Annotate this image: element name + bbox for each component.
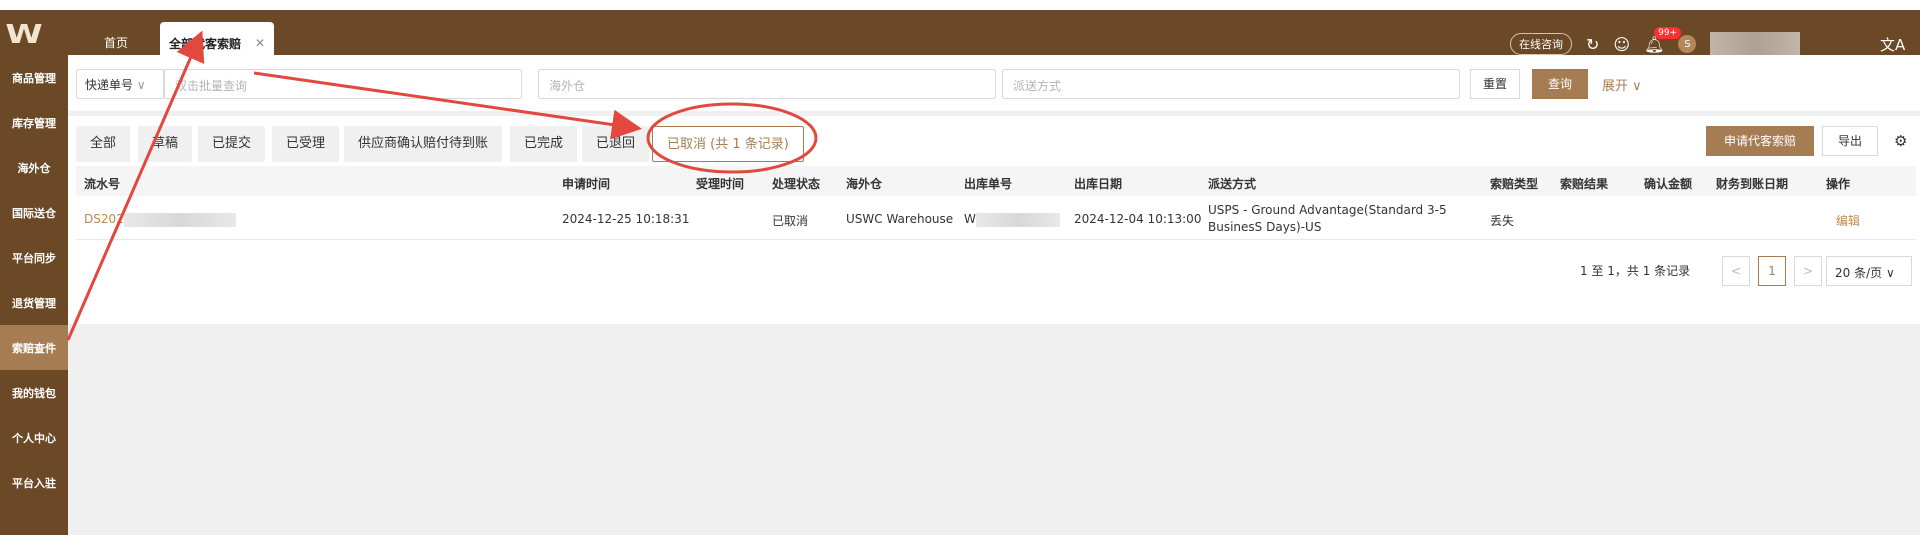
next-page-button[interactable]: >	[1794, 256, 1822, 286]
sidebar-item-sync[interactable]: 平台同步	[0, 235, 68, 280]
sidebar-item-claims[interactable]: 索赔查件	[0, 325, 68, 370]
claim-type-value: 丢失	[1490, 214, 1515, 228]
tab-draft[interactable]: 草稿	[138, 126, 193, 162]
export-button[interactable]: 导出	[1822, 126, 1878, 156]
filter-bar: 快递单号 ∨ 双击批量查询 海外仓 派送方式 重置 查询 展开 ∨	[68, 55, 1920, 111]
sidebar: 商品管理 库存管理 海外仓 国际送仓 平台同步 退货管理 索赔查件 我的钱包 个…	[0, 55, 68, 535]
top-bar: W 首页 全部代客索赔 ✕ 在线咨询 ↻ ☺ 🔔︎ 99+ S 文A	[0, 10, 1920, 64]
top-right-tools: 在线咨询 ↻ ☺ 🔔︎ 99+ S	[1510, 26, 1801, 56]
sidebar-item-platform[interactable]: 平台入驻	[0, 460, 68, 505]
tab-submitted[interactable]: 已提交	[198, 126, 266, 162]
smile-icon[interactable]: ☺	[1613, 35, 1630, 54]
col-ship-method: 派送方式	[1208, 177, 1257, 191]
sidebar-item-goods[interactable]: 商品管理	[0, 55, 68, 100]
edit-link[interactable]: 编辑	[1836, 212, 1860, 229]
col-status: 处理状态	[772, 177, 821, 191]
expand-link[interactable]: 展开 ∨	[1602, 75, 1642, 94]
tab-accepted[interactable]: 已受理	[272, 126, 340, 162]
apply-claim-button[interactable]: 申请代客索赔	[1706, 126, 1814, 156]
online-consult-button[interactable]: 在线咨询	[1510, 33, 1572, 55]
col-out-date: 出库日期	[1074, 177, 1123, 191]
out-no-text: W	[964, 212, 976, 226]
status-value: 已取消	[772, 214, 809, 228]
close-icon[interactable]: ✕	[255, 36, 265, 50]
user-name-redacted	[1710, 32, 1801, 56]
out-date-value: 2024-12-04 10:13:00	[1074, 212, 1202, 226]
serial-link[interactable]: DS202	[84, 212, 236, 227]
col-apply-time: 申请时间	[562, 177, 611, 191]
tab-all-claims-label: 全部代客索赔	[168, 36, 241, 51]
apply-time-value: 2024-12-25 10:18:31	[562, 212, 690, 226]
sidebar-item-overseas[interactable]: 海外仓	[0, 145, 68, 190]
tab-home[interactable]: 首页	[104, 34, 128, 51]
express-no-select[interactable]: 快递单号 ∨	[76, 69, 164, 99]
bell-icon[interactable]: 🔔︎ 99+	[1644, 26, 1682, 54]
tab-supplier-confirmed[interactable]: 供应商确认赔付待到账	[344, 126, 503, 162]
serial-value: DS202	[84, 212, 124, 226]
prev-page-button[interactable]: <	[1722, 256, 1750, 286]
ship-method-value: USPS - Ground Advantage(Standard 3-5 Busi…	[1208, 202, 1447, 236]
results-panel: 全部 草稿 已提交 已受理 供应商确认赔付待到账 已完成 已退回 已取消 (共 …	[68, 116, 1920, 324]
table-row: DS202 2024-12-25 10:18:31 已取消 USWC Wareh…	[76, 198, 1916, 240]
col-accept-time: 受理时间	[696, 177, 745, 191]
tab-cancelled[interactable]: 已取消 (共 1 条记录)	[652, 126, 804, 162]
out-no-value: W	[964, 212, 1060, 227]
logo: W	[5, 20, 43, 50]
reset-button[interactable]: 重置	[1470, 69, 1520, 99]
sidebar-item-returns[interactable]: 退货管理	[0, 280, 68, 325]
search-input[interactable]: 双击批量查询	[164, 69, 522, 99]
warehouse-input[interactable]: 海外仓	[538, 69, 996, 99]
col-confirm-amount: 确认金额	[1644, 177, 1693, 191]
tab-completed[interactable]: 已完成	[510, 126, 578, 162]
ship-line-1: USPS - Ground Advantage(Standard 3-5	[1208, 203, 1447, 217]
ship-method-input[interactable]: 派送方式	[1002, 69, 1460, 99]
tab-returned[interactable]: 已退回	[582, 126, 650, 162]
redacted-text	[123, 212, 236, 227]
sidebar-item-wallet[interactable]: 我的钱包	[0, 370, 68, 415]
col-serial: 流水号	[84, 177, 121, 191]
language-icon[interactable]: 文A	[1880, 34, 1905, 55]
col-action: 操作	[1826, 177, 1851, 191]
sidebar-item-profile[interactable]: 个人中心	[0, 415, 68, 460]
page-size-select[interactable]: 20 条/页 ∨	[1826, 256, 1912, 286]
app: W 首页 全部代客索赔 ✕ 在线咨询 ↻ ☺ 🔔︎ 99+ S 文A 商品管理 库…	[0, 0, 1920, 535]
main-content: 快递单号 ∨ 双击批量查询 海外仓 派送方式 重置 查询 展开 ∨ 全部 草稿 …	[68, 55, 1920, 535]
ship-line-2: BusinesS Days)-US	[1208, 220, 1322, 234]
pagination-summary: 1 至 1，共 1 条记录	[1580, 264, 1691, 278]
col-claim-type: 索赔类型	[1490, 177, 1539, 191]
notification-badge: 99+	[1654, 26, 1682, 39]
select-value: 快递单号	[85, 78, 134, 92]
col-finance-date: 财务到账日期	[1716, 177, 1789, 191]
col-claim-result: 索赔结果	[1560, 177, 1609, 191]
tab-all[interactable]: 全部	[76, 126, 131, 162]
avatar[interactable]: S	[1678, 35, 1697, 53]
redacted-text	[975, 212, 1060, 227]
table-header: 流水号 申请时间 受理时间 处理状态 海外仓 出库单号 出库日期 派送方式 索赔…	[76, 166, 1916, 196]
page-1-button[interactable]: 1	[1758, 256, 1786, 286]
sidebar-item-intl[interactable]: 国际送仓	[0, 190, 68, 235]
gear-icon[interactable]: ⚙	[1894, 132, 1907, 150]
refresh-icon[interactable]: ↻	[1586, 35, 1599, 54]
chevron-down-icon: ∨	[136, 78, 146, 92]
query-button[interactable]: 查询	[1532, 69, 1588, 99]
warehouse-value: USWC Warehouse	[846, 212, 954, 226]
col-out-no: 出库单号	[964, 177, 1013, 191]
col-warehouse: 海外仓	[846, 177, 883, 191]
sidebar-item-stock[interactable]: 库存管理	[0, 100, 68, 145]
